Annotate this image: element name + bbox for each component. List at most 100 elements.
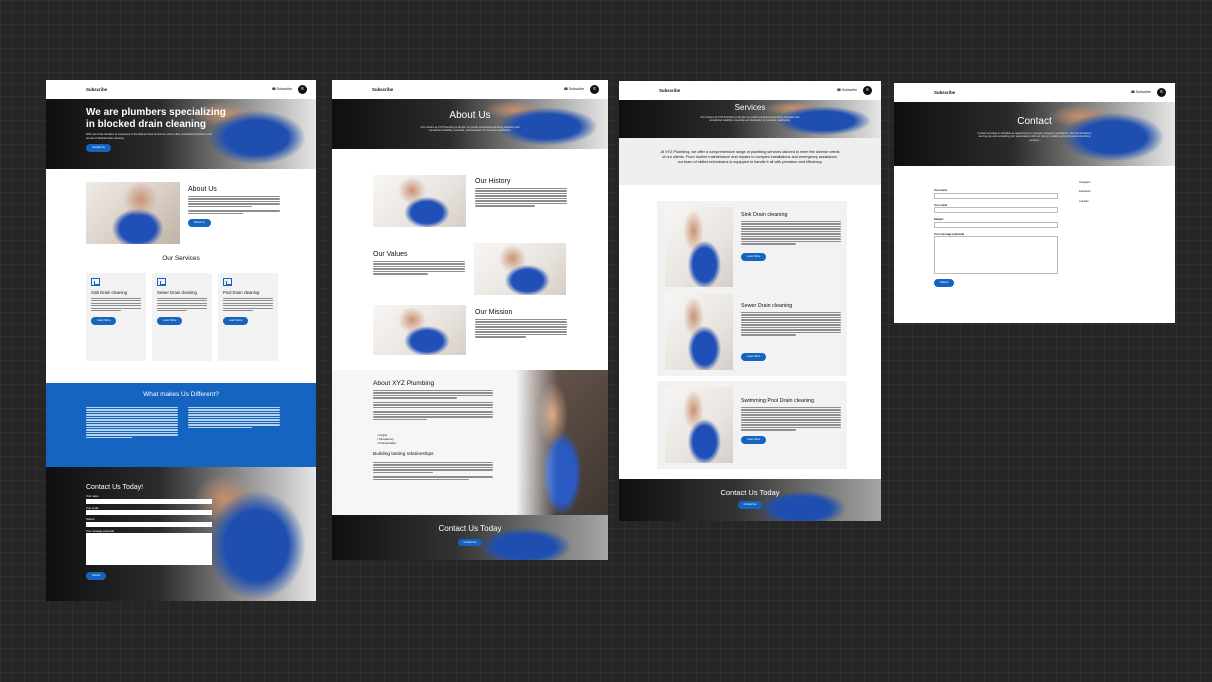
message-input[interactable] bbox=[934, 236, 1058, 274]
pool-icon bbox=[223, 278, 232, 286]
service-learn-more-button[interactable]: Learn More bbox=[223, 317, 249, 325]
service-learn-more-button[interactable]: Learn More bbox=[91, 317, 117, 325]
service-row: Swimming Pool Drain cleaning Learn More bbox=[657, 381, 847, 469]
nav-subscribe-link[interactable]: ☎ Subscribe bbox=[1131, 90, 1151, 95]
about-section: About Us About Us bbox=[46, 169, 316, 255]
submit-button[interactable]: Submit bbox=[86, 572, 107, 580]
navbar: Subscribe ☎ Subscribe ≡ bbox=[46, 80, 316, 99]
about-photo bbox=[86, 182, 180, 244]
service-row: Sewer Drain cleaning Learn More bbox=[657, 288, 847, 376]
hero-title: We are plumbers specializing in blocked … bbox=[86, 107, 226, 130]
contact-hero-text: Contact us today to schedule an appointm… bbox=[977, 131, 1092, 142]
message-input[interactable] bbox=[86, 533, 212, 566]
submit-button[interactable]: Submit bbox=[934, 279, 955, 287]
name-input[interactable] bbox=[934, 192, 1058, 199]
nav-subscribe-link[interactable]: ☎ Subscribe bbox=[564, 87, 584, 92]
menu-icon[interactable]: ≡ bbox=[590, 85, 599, 94]
cta-title: Contact Us Today bbox=[438, 524, 502, 533]
about-title: About Us bbox=[188, 186, 217, 193]
about-button[interactable]: About Us bbox=[188, 219, 211, 227]
about-hero: About Us Our mission at XYZ Plumbing is … bbox=[332, 99, 608, 149]
service-photo bbox=[665, 207, 733, 287]
menu-icon[interactable]: ≡ bbox=[863, 86, 872, 95]
cta-contact-button[interactable]: Contact Us bbox=[737, 501, 763, 509]
mission-section: Our Mission bbox=[332, 281, 608, 355]
building-title: Building lasting relationships bbox=[373, 452, 434, 457]
contact-form: Your name Your email Subject Your messag… bbox=[934, 189, 1058, 287]
service-learn-more-button[interactable]: Learn More bbox=[157, 317, 183, 325]
xyz-section: About XYZ Plumbing • Integrity • Transpa… bbox=[332, 370, 608, 518]
why-text-left bbox=[86, 407, 178, 438]
hero-contact-button[interactable]: Contact Us bbox=[86, 144, 111, 152]
about-cta: Contact Us Today Contact Us bbox=[332, 515, 608, 560]
services-section: Our Services Sink Drain cleaning Learn M… bbox=[46, 255, 316, 383]
service-card: Sink Drain cleaning Learn More bbox=[86, 273, 146, 361]
about-hero-title: About Us bbox=[449, 110, 491, 121]
service-title: Pool Drain cleaning bbox=[223, 290, 260, 295]
brand-logo[interactable]: Subscribe bbox=[86, 87, 107, 93]
xyz-text bbox=[373, 390, 493, 421]
about-page: Subscribe ☎ Subscribe ≡ About Us Our miss… bbox=[332, 80, 608, 560]
contact-title: Contact Us Today! bbox=[86, 484, 144, 491]
xyz-title: About XYZ Plumbing bbox=[373, 380, 435, 387]
service-text bbox=[223, 297, 273, 312]
home-contact-section: Contact Us Today! Your name Your email S… bbox=[46, 467, 316, 601]
xyz-photo bbox=[516, 370, 608, 518]
email-input[interactable] bbox=[934, 207, 1058, 213]
home-hero: We are plumbers specializing in blocked … bbox=[46, 99, 316, 169]
subject-input[interactable] bbox=[86, 521, 212, 527]
linkedin-link[interactable]: Linkedin bbox=[1079, 197, 1091, 206]
list-item: • Professionalism bbox=[377, 442, 397, 445]
brand-logo[interactable]: Subscribe bbox=[372, 87, 393, 93]
intro-text: At XYZ Plumbing, we offer a comprehensiv… bbox=[660, 150, 840, 164]
service-learn-more-button[interactable]: Learn More bbox=[741, 353, 767, 361]
services-hero-title: Services bbox=[734, 103, 766, 112]
menu-icon[interactable]: ≡ bbox=[298, 85, 307, 94]
service-title: Swimming Pool Drain cleaning bbox=[741, 398, 815, 404]
service-row: Sink Drain cleaning Learn More bbox=[657, 201, 847, 294]
services-page: Subscribe ☎ Subscribe ≡ Services Our miss… bbox=[619, 81, 881, 521]
facebook-link[interactable]: Facebook bbox=[1079, 187, 1091, 196]
service-text bbox=[741, 221, 841, 245]
history-text bbox=[475, 188, 567, 207]
menu-icon[interactable]: ≡ bbox=[1157, 88, 1166, 97]
email-input[interactable] bbox=[86, 510, 212, 516]
service-text bbox=[157, 297, 207, 312]
subject-input[interactable] bbox=[934, 221, 1058, 228]
why-text-right bbox=[188, 407, 280, 429]
service-text bbox=[741, 312, 841, 336]
pipe-icon bbox=[157, 278, 166, 286]
service-learn-more-button[interactable]: Learn More bbox=[741, 253, 767, 261]
home-page: Subscribe ☎ Subscribe ≡ We are plumbers s… bbox=[46, 80, 316, 601]
contact-hero-title: Contact bbox=[1017, 116, 1052, 127]
values-text bbox=[373, 261, 465, 275]
services-hero-text: Our mission at XYZ Plumbing is simple: t… bbox=[700, 115, 800, 123]
service-card: Pool Drain cleaning Learn More bbox=[218, 273, 278, 361]
brand-logo[interactable]: Subscribe bbox=[934, 90, 955, 96]
about-hero-text: Our mission at XYZ Plumbing is simple: t… bbox=[420, 125, 520, 133]
instagram-link[interactable]: Instagram bbox=[1079, 178, 1091, 187]
values-list: • Integrity • Transparency • Professiona… bbox=[377, 434, 396, 446]
navbar: Subscribe ☎ Subscribe ≡ bbox=[332, 80, 608, 99]
navbar: Subscribe ☎ Subscribe ≡ bbox=[619, 81, 881, 100]
values-title: Our Values bbox=[373, 251, 408, 258]
social-links: Instagram Facebook Linkedin bbox=[1079, 178, 1091, 206]
nav-subscribe-link[interactable]: ☎ Subscribe bbox=[272, 87, 292, 92]
services-intro: At XYZ Plumbing, we offer a comprehensiv… bbox=[619, 138, 881, 185]
history-title: Our History bbox=[475, 178, 511, 185]
cta-title: Contact Us Today bbox=[720, 488, 780, 497]
service-title: Sewer Drain cleaning bbox=[741, 303, 793, 309]
service-photo bbox=[665, 387, 733, 463]
nav-subscribe-link[interactable]: ☎ Subscribe bbox=[837, 88, 857, 93]
about-text bbox=[188, 196, 280, 215]
service-learn-more-button[interactable]: Learn More bbox=[741, 436, 767, 444]
name-input[interactable] bbox=[86, 498, 212, 504]
contact-hero: Contact Contact us today to schedule an … bbox=[894, 102, 1175, 166]
brand-logo[interactable]: Subscribe bbox=[659, 88, 680, 94]
services-title: Our Services bbox=[162, 255, 200, 262]
service-title: Sink Drain cleaning bbox=[91, 290, 128, 295]
cta-contact-button[interactable]: Contact Us bbox=[457, 538, 483, 547]
service-title: Sewer Drain cleaning bbox=[157, 290, 197, 295]
why-section: What makes Us Different? bbox=[46, 383, 316, 467]
service-text bbox=[91, 297, 141, 312]
